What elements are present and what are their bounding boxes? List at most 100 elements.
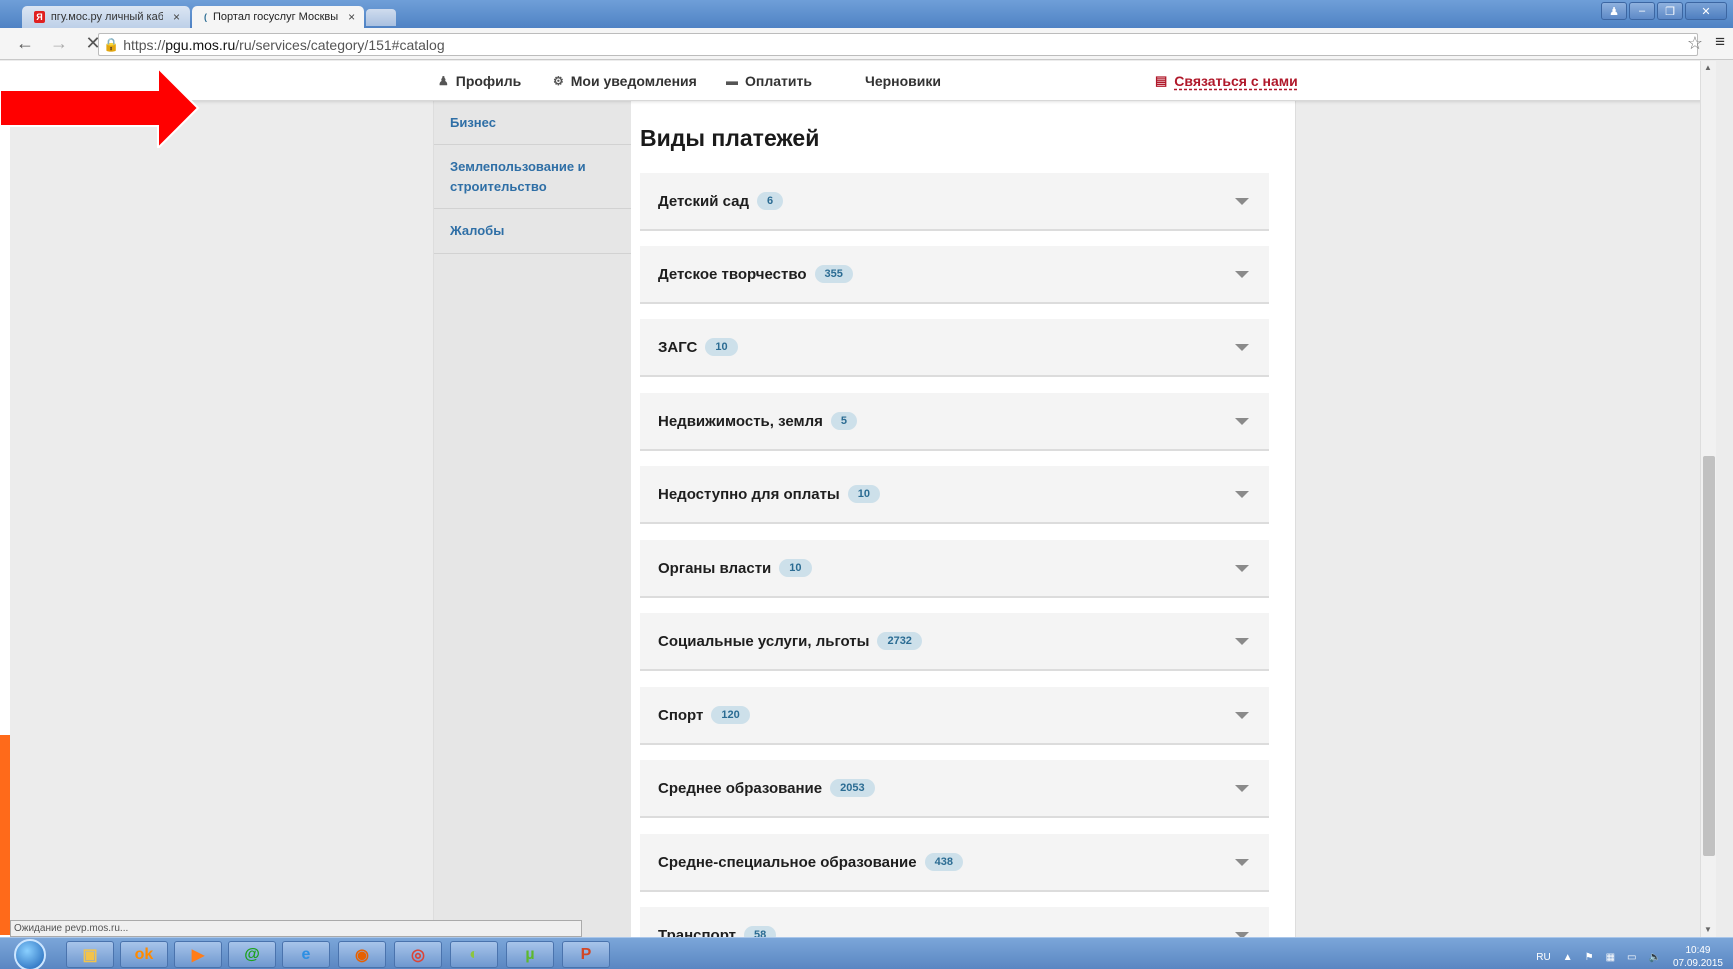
powerpoint-icon[interactable]: P	[562, 941, 610, 968]
sidebar-item-label: Бизнес	[450, 114, 496, 130]
chrome-icon[interactable]: ◎	[394, 941, 442, 968]
content-column: Бизнес Землепользование и строительство …	[433, 101, 1296, 937]
swirl-app-icon[interactable]: ◐	[450, 941, 498, 968]
back-arrow-icon[interactable]: ←	[16, 33, 34, 54]
scroll-down-icon[interactable]: ▼	[1704, 925, 1712, 934]
url-host: pgu.mos.ru	[165, 36, 236, 53]
tab-title: Портал госуслуг Москвы	[213, 11, 339, 23]
category-row[interactable]: Социальные услуги, льготы 2732	[640, 613, 1269, 671]
address-bar[interactable]: 🔒 https:// pgu.mos.ru /ru/services/categ…	[98, 33, 1698, 56]
red-arrow-annotation	[0, 68, 200, 148]
odnoklassniki-icon[interactable]: ok	[120, 941, 168, 968]
flag-icon[interactable]: ⚑	[1585, 952, 1594, 963]
close-icon[interactable]: ×	[173, 10, 180, 24]
sidebar-item-business[interactable]: Бизнес	[434, 101, 631, 145]
forward-arrow-icon[interactable]: →	[50, 33, 68, 54]
chevron-down-icon[interactable]	[1235, 859, 1249, 866]
close-window-button[interactable]: ✕	[1685, 2, 1727, 20]
count-badge: 120	[711, 706, 750, 724]
chevron-down-icon[interactable]	[1235, 271, 1249, 278]
chevron-down-icon[interactable]	[1235, 565, 1249, 572]
count-badge: 10	[847, 485, 880, 503]
chevron-down-icon[interactable]	[1235, 418, 1249, 425]
lock-icon: 🔒	[103, 36, 120, 52]
chevron-down-icon[interactable]	[1235, 491, 1249, 498]
sidebar-item-complaints[interactable]: Жалобы	[434, 209, 631, 254]
pay-link[interactable]: ▬ Оплатить	[726, 73, 812, 89]
user-icon[interactable]: ♟	[1601, 2, 1627, 20]
category-label: Транспорт	[658, 926, 737, 938]
mos-favicon-icon: (	[204, 12, 207, 22]
category-label: Недвижимость, земля	[658, 412, 823, 430]
category-row[interactable]: Недвижимость, земля 5	[640, 393, 1269, 451]
tray-expand-icon[interactable]: ▲	[1563, 952, 1573, 963]
url-prefix: https://	[123, 36, 166, 53]
restore-button[interactable]: ❐	[1657, 2, 1683, 20]
category-row[interactable]: Детский сад 6	[640, 173, 1269, 231]
explorer-icon[interactable]: ▣	[66, 941, 114, 968]
clock-date: 07.09.2015	[1672, 958, 1723, 969]
category-row[interactable]: Среднее образование 2053	[640, 760, 1269, 818]
category-row[interactable]: Спорт 120	[640, 687, 1269, 745]
mail-agent-icon[interactable]: @	[228, 941, 276, 968]
gear-icon: ⚙	[553, 74, 564, 88]
category-row[interactable]: Недоступно для оплаты 10	[640, 466, 1269, 524]
category-label: Спорт	[658, 706, 704, 724]
contact-link[interactable]: ▤ Связаться с нами	[1155, 73, 1298, 89]
chevron-down-icon[interactable]	[1235, 638, 1249, 645]
contact-label: Связаться с нами	[1174, 73, 1298, 89]
volume-icon[interactable]: 🔈	[1648, 952, 1660, 963]
count-badge: 355	[814, 265, 853, 283]
scroll-up-icon[interactable]: ▲	[1704, 63, 1712, 72]
bookmark-star-icon[interactable]: ☆	[1687, 33, 1703, 54]
chevron-down-icon[interactable]	[1235, 198, 1249, 205]
wallet-icon: ▬	[726, 74, 738, 88]
sidebar-item-label: Жалобы	[450, 223, 505, 238]
category-label: Органы власти	[658, 559, 772, 577]
orange-edge-strip	[0, 735, 10, 935]
minimize-button[interactable]: –	[1629, 2, 1655, 20]
window-controls: ♟ – ❐ ✕	[1601, 2, 1727, 20]
media-player-icon[interactable]: ▶	[174, 941, 222, 968]
notifications-label: Мои уведомления	[570, 73, 697, 89]
utorrent-icon[interactable]: µ	[506, 941, 554, 968]
display-icon[interactable]: ▭	[1627, 952, 1636, 963]
category-label: Среднее образование	[658, 779, 823, 797]
close-icon[interactable]: ×	[348, 10, 355, 24]
count-badge: 2732	[877, 632, 922, 650]
scrollbar-thumb[interactable]	[1703, 456, 1715, 856]
profile-link[interactable]: ♟ Профиль	[438, 73, 521, 89]
notifications-link[interactable]: ⚙ Мои уведомления	[553, 73, 697, 89]
language-indicator[interactable]: RU	[1536, 952, 1550, 963]
category-row[interactable]: Транспорт 58	[640, 907, 1269, 937]
user-icon: ♟	[438, 74, 449, 88]
network-icon[interactable]: ▦	[1606, 952, 1615, 963]
new-tab-button[interactable]	[366, 9, 396, 26]
category-row[interactable]: Средне-специальное образование 438	[640, 834, 1269, 892]
chevron-down-icon[interactable]	[1235, 712, 1249, 719]
start-button[interactable]	[14, 939, 46, 969]
yandex-favicon-icon: Я	[34, 11, 45, 23]
drafts-link[interactable]: Черновики	[865, 73, 941, 89]
tab-title: пгу.мос.ру личный кабин	[50, 11, 163, 23]
chevron-down-icon[interactable]	[1235, 344, 1249, 351]
category-label: Недоступно для оплаты	[658, 485, 840, 503]
page-scrollbar[interactable]: ▲ ▼	[1700, 61, 1716, 937]
tab-pgu-cabinet[interactable]: Я пгу.мос.ру личный кабин ×	[22, 6, 190, 28]
firefox-icon[interactable]: ◉	[338, 941, 386, 968]
chat-icon: ▤	[1155, 73, 1168, 88]
tab-mos-portal[interactable]: ( Портал госуслуг Москвы ×	[192, 6, 364, 28]
clock[interactable]: 10:49 07.09.2015	[1673, 944, 1723, 969]
internet-explorer-icon[interactable]: e	[282, 941, 330, 968]
pay-label: Оплатить	[745, 73, 812, 89]
category-row[interactable]: Органы власти 10	[640, 540, 1269, 598]
sidebar-item-land-use[interactable]: Землепользование и строительство	[434, 145, 631, 209]
menu-icon[interactable]: ≡	[1715, 32, 1725, 52]
category-label: ЗАГС	[658, 338, 698, 356]
chevron-down-icon[interactable]	[1235, 785, 1249, 792]
system-tray: RU ▲ ⚑ ▦ ▭ 🔈 10:49 07.09.2015	[1536, 944, 1723, 969]
drafts-label: Черновики	[865, 73, 942, 89]
count-badge: 58	[744, 926, 777, 937]
category-row[interactable]: ЗАГС 10	[640, 319, 1269, 377]
category-row[interactable]: Детское творчество 355	[640, 246, 1269, 304]
